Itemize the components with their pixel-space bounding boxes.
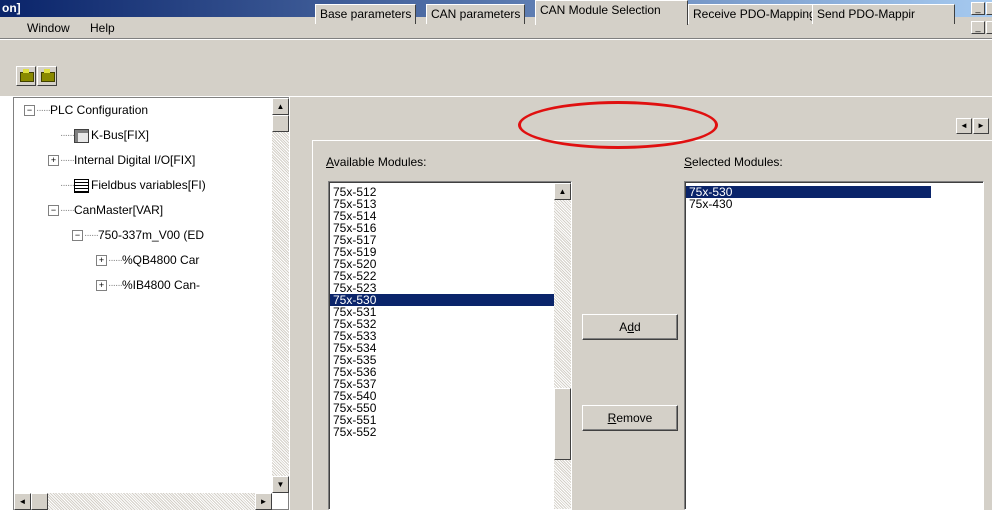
tab-send-pdo-mapping[interactable]: Send PDO-Mappir (812, 4, 955, 24)
available-scroll-thumb[interactable] (554, 388, 571, 460)
list-item[interactable]: 75x-552 (330, 426, 554, 438)
expand-icon[interactable]: + (96, 255, 107, 267)
tree-item-label: K-Bus[FIX] (90, 128, 149, 142)
tree-connector: ······ (60, 129, 75, 141)
collapse-icon[interactable]: − (48, 205, 59, 217)
tree-connector: ······ (108, 254, 123, 266)
menu-help[interactable]: Help (90, 21, 115, 35)
tab-receive-pdo-mapping[interactable]: Receive PDO-Mapping (688, 4, 821, 24)
tree-item[interactable]: ······ Fieldbus variables[FI) (48, 177, 206, 193)
tree-scroll-up-button[interactable]: ▲ (272, 98, 289, 115)
available-modules-list[interactable]: 75x-512 75x-513 75x-514 75x-516 75x-517 75x-5… (328, 181, 572, 510)
tree-connector: ······ (84, 229, 99, 241)
mdi-minimize-button[interactable]: _ (971, 21, 985, 34)
tree-item-label: Fieldbus variables[FI) (90, 178, 206, 192)
tree-item[interactable]: − ······PLC Configuration (24, 102, 148, 118)
expand-icon[interactable]: + (96, 280, 107, 292)
tree-item[interactable]: + ······Internal Digital I/O[FIX] (48, 152, 195, 168)
mdi-restore-button[interactable] (986, 21, 992, 34)
tree-item[interactable]: − ······CanMaster[VAR] (48, 202, 163, 218)
selected-modules-label: Selected Modules: (684, 155, 783, 169)
tree-hscroll-thumb[interactable] (31, 493, 48, 510)
tree-connector: ······ (60, 154, 75, 166)
tree-connector: ······ (36, 104, 51, 116)
toolbar-button-1[interactable] (16, 66, 36, 86)
kbus-icon (73, 128, 89, 143)
tree-scroll-right-button[interactable]: ► (255, 493, 272, 510)
tree-scroll-down-button[interactable]: ▼ (272, 476, 289, 493)
tree-item-label: 750-337m_V00 (ED (97, 228, 205, 242)
selected-modules-list[interactable]: 75x-530 75x-430 (684, 181, 984, 510)
restore-button[interactable] (986, 2, 992, 15)
tab-can-module-selection[interactable]: CAN Module Selection (535, 0, 688, 25)
pane-splitter[interactable] (289, 97, 298, 510)
window-title: on] (2, 1, 21, 15)
tree-item-label: %IB4800 Can- (121, 278, 201, 292)
tree-vertical-scrollbar[interactable] (272, 98, 289, 493)
tree-item[interactable]: + ······%IB4800 Can- (96, 277, 200, 293)
tree-connector: ······ (60, 179, 75, 191)
toolbar-button-2[interactable] (37, 66, 57, 86)
tab-scroll-left-button[interactable]: ◄ (956, 118, 972, 134)
minimize-button[interactable]: _ (971, 2, 985, 15)
expand-icon[interactable]: + (48, 155, 59, 167)
available-modules-label: Available Modules: (326, 155, 427, 169)
tree-item-label: PLC Configuration (49, 103, 149, 117)
tab-base-parameters[interactable]: Base parameters (315, 4, 417, 24)
config-tree-pane: − ······PLC Configuration ······ K-Bus[FIX]… (13, 97, 289, 510)
toolbar (0, 40, 992, 96)
available-scroll-up-button[interactable]: ▲ (554, 183, 571, 200)
tree-item[interactable]: − ······750-337m_V00 (ED (72, 227, 204, 243)
collapse-icon[interactable]: − (24, 105, 35, 117)
remove-button[interactable]: Remove (582, 405, 678, 431)
available-scrollbar[interactable] (554, 183, 571, 509)
tree-connector: ······ (108, 279, 123, 291)
tree-horizontal-scrollbar[interactable] (14, 493, 272, 510)
list-item[interactable]: 75x-430 (686, 198, 931, 210)
tree-scroll-thumb[interactable] (272, 115, 289, 132)
tab-scroll-right-button[interactable]: ► (973, 118, 989, 134)
menu-window[interactable]: Window (27, 21, 70, 35)
tree-scroll-left-button[interactable]: ◄ (14, 493, 31, 510)
grid-icon (73, 178, 89, 193)
tree-item-label: Internal Digital I/O[FIX] (73, 153, 196, 167)
config-tree: − ······PLC Configuration ······ K-Bus[FIX]… (16, 102, 271, 482)
tab-can-parameters[interactable]: CAN parameters (426, 4, 526, 24)
tree-item[interactable]: ······ K-Bus[FIX] (48, 127, 149, 143)
tree-item-label: CanMaster[VAR] (73, 203, 164, 217)
collapse-icon[interactable]: − (72, 230, 83, 242)
tree-item[interactable]: + ······%QB4800 Car (96, 252, 199, 268)
tree-connector: ······ (60, 204, 75, 216)
tree-item-label: %QB4800 Car (121, 253, 200, 267)
add-button[interactable]: Add (582, 314, 678, 340)
